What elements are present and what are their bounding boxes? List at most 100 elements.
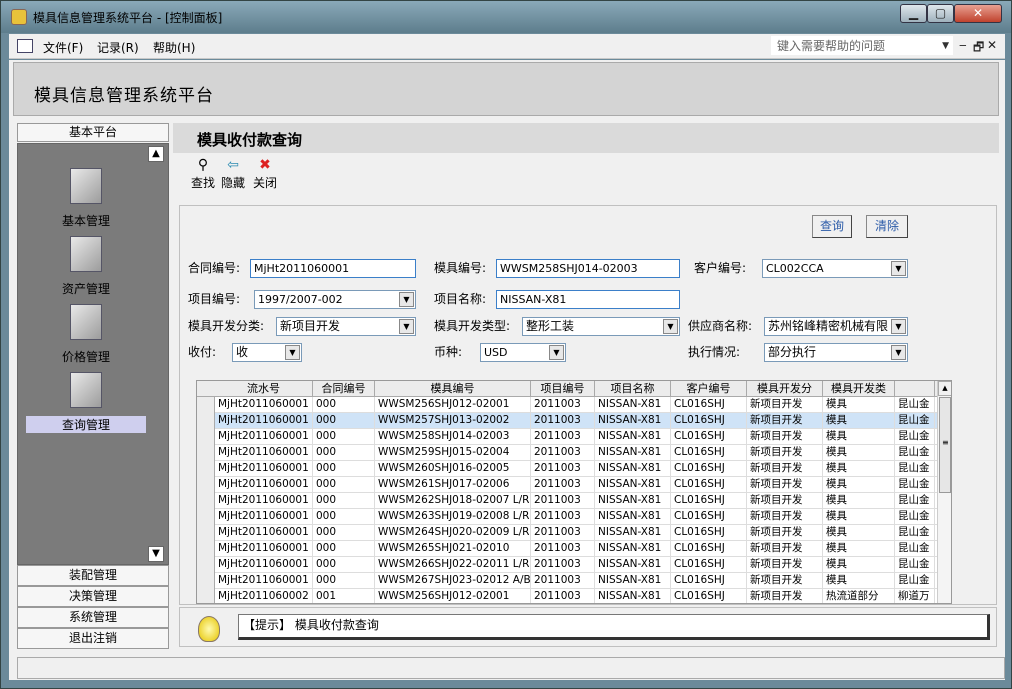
table-cell: 昆山金 (895, 493, 935, 509)
column-header[interactable]: 项目名称 (595, 381, 671, 397)
table-row[interactable]: MjHt2011060001 000 WWSM262SHJ018-02007 L/R… (215, 493, 937, 509)
table-cell: 2011003 (531, 541, 595, 557)
hide-button[interactable]: ⇦ 隐藏 (217, 157, 249, 191)
column-header[interactable]: 模具开发分 (747, 381, 823, 397)
table-cell: MjHt2011060001 (215, 413, 313, 429)
maximize-button[interactable]: ▢ (927, 4, 954, 23)
table-cell: WWSM259SHJ015-02004 (375, 445, 531, 461)
table-cell: 模具 (823, 541, 895, 557)
row-selector-column[interactable] (197, 397, 215, 603)
dev-cat-label: 模具开发分类: (188, 319, 265, 333)
table-cell: WWSM262SHJ018-02007 L/R (375, 493, 531, 509)
column-header[interactable] (895, 381, 935, 397)
table-row[interactable]: MjHt2011060001 000 WWSM264SHJ020-02009 L/R… (215, 525, 937, 541)
table-cell: NISSAN-X81 (595, 493, 671, 509)
menu-record[interactable]: 记录(R) (97, 39, 139, 56)
table-cell: CL016SHJ (671, 525, 747, 541)
supplier-select[interactable]: 苏州铭峰精密机械有限 ▼ (764, 317, 908, 336)
chevron-down-icon[interactable]: ▼ (285, 345, 300, 360)
chevron-down-icon[interactable]: ▼ (399, 319, 414, 334)
table-row[interactable]: MjHt2011060001 000 WWSM260SHJ016-02005 2011… (215, 461, 937, 477)
table-cell: WWSM260SHJ016-02005 (375, 461, 531, 477)
menu-file[interactable]: 文件(F) (43, 39, 83, 56)
sidebar-panel: ▲ 基本管理 资产管理 价格管理 查询管理 ▼ (17, 143, 169, 565)
table-cell: 昆山金 (895, 541, 935, 557)
table-cell: 2011003 (531, 525, 595, 541)
project-select[interactable]: 1997/2007-002 ▼ (254, 290, 416, 309)
table-row[interactable]: MjHt2011060001 000 WWSM265SHJ021-02010 2011… (215, 541, 937, 557)
table-row[interactable]: MjHt2011060001 000 WWSM259SHJ015-02004 2011… (215, 445, 937, 461)
currency-select[interactable]: USD ▼ (480, 343, 566, 362)
help-search-input[interactable]: 键入需要帮助的问题 ▼ (771, 36, 953, 55)
close-button[interactable]: ✖ 关闭 (249, 157, 281, 191)
table-cell: 模具 (823, 573, 895, 589)
project-name-field[interactable]: NISSAN-X81 (496, 290, 680, 309)
contract-field[interactable]: MjHt2011060001 (250, 259, 416, 278)
close-icon: ✖ (259, 157, 271, 173)
table-cell: NISSAN-X81 (595, 461, 671, 477)
supplier-value: 苏州铭峰精密机械有限 (768, 319, 889, 333)
grid-scrollbar[interactable]: ▲ ≡ (937, 381, 951, 603)
column-header[interactable]: 合同编号 (313, 381, 375, 397)
table-cell: 000 (313, 541, 375, 557)
table-cell: 模具 (823, 493, 895, 509)
clear-button[interactable]: 清除 (866, 215, 908, 238)
mold-no-field[interactable]: WWSM258SHJ014-02003 (496, 259, 680, 278)
sidebar-btn-logout[interactable]: 退出注销 (17, 628, 169, 649)
mdi-close-button[interactable]: ✕ (987, 38, 997, 52)
table-row[interactable]: MjHt2011060002 001 WWSM256SHJ012-02001 2011… (215, 589, 937, 603)
column-header[interactable]: 模具开发类 (823, 381, 895, 397)
chevron-down-icon[interactable]: ▼ (663, 319, 678, 334)
find-button[interactable]: ⚲ 查找 (187, 157, 219, 191)
customer-select[interactable]: CL002CCA ▼ (762, 259, 908, 278)
chevron-down-icon[interactable]: ▼ (399, 292, 414, 307)
column-header[interactable]: 客户编号 (671, 381, 747, 397)
table-row[interactable]: MjHt2011060001 000 WWSM263SHJ019-02008 L/R… (215, 509, 937, 525)
exec-select[interactable]: 部分执行 ▼ (764, 343, 908, 362)
dev-type-select[interactable]: 整形工装 ▼ (522, 317, 680, 336)
table-cell: NISSAN-X81 (595, 557, 671, 573)
column-header[interactable]: 模具编号 (375, 381, 531, 397)
mdi-restore-button[interactable]: 🗗 (973, 38, 984, 59)
column-header[interactable]: 项目编号 (531, 381, 595, 397)
sidebar-btn-system[interactable]: 系统管理 (17, 607, 169, 628)
dev-cat-select[interactable]: 新项目开发 ▼ (276, 317, 416, 336)
table-row[interactable]: MjHt2011060001 000 WWSM257SHJ013-02002 2011… (215, 413, 937, 429)
pay-select[interactable]: 收 ▼ (232, 343, 302, 362)
scroll-thumb[interactable]: ≡ (939, 397, 951, 493)
help-placeholder: 键入需要帮助的问题 (777, 39, 886, 53)
close-window-button[interactable]: ✕ (954, 4, 1002, 23)
document-icon[interactable] (17, 39, 33, 53)
query-button[interactable]: 查询 (812, 215, 852, 238)
chevron-down-icon[interactable]: ▼ (891, 345, 906, 360)
dev-type-value: 整形工装 (526, 319, 575, 333)
table-row[interactable]: MjHt2011060001 000 WWSM261SHJ017-02006 2011… (215, 477, 937, 493)
table-cell: NISSAN-X81 (595, 397, 671, 413)
table-cell: 000 (313, 413, 375, 429)
table-cell: WWSM264SHJ020-02009 L/R (375, 525, 531, 541)
sidebar-btn-assembly[interactable]: 装配管理 (17, 565, 169, 586)
mdi-minimize-button[interactable]: ‒ (959, 38, 967, 52)
table-cell: NISSAN-X81 (595, 445, 671, 461)
menu-help[interactable]: 帮助(H) (153, 39, 195, 56)
table-cell: CL016SHJ (671, 573, 747, 589)
table-row[interactable]: MjHt2011060001 000 WWSM266SHJ022-02011 L/R… (215, 557, 937, 573)
scroll-up-icon[interactable]: ▲ (148, 146, 164, 162)
table-cell: 000 (313, 477, 375, 493)
table-cell: 000 (313, 525, 375, 541)
chevron-down-icon[interactable]: ▼ (549, 345, 564, 360)
scroll-up-icon[interactable]: ▲ (938, 381, 951, 396)
sidebar-btn-decision[interactable]: 决策管理 (17, 586, 169, 607)
chevron-down-icon[interactable]: ▼ (942, 37, 949, 55)
chevron-down-icon[interactable]: ▼ (891, 261, 906, 276)
results-grid[interactable]: 流水号 合同编号 模具编号 项目编号 项目名称 客户编号 模具开发分 模具开发类 MjHt20… (196, 380, 952, 604)
table-row[interactable]: MjHt2011060001 000 WWSM256SHJ012-02001 2011… (215, 397, 937, 413)
sidebar-header[interactable]: 基本平台 (17, 123, 169, 142)
minimize-button[interactable]: ▁ (900, 4, 927, 23)
table-row[interactable]: MjHt2011060001 000 WWSM258SHJ014-02003 2011… (215, 429, 937, 445)
table-cell: MjHt2011060001 (215, 573, 313, 589)
chevron-down-icon[interactable]: ▼ (891, 319, 906, 334)
table-row[interactable]: MjHt2011060001 000 WWSM267SHJ023-02012 A/B… (215, 573, 937, 589)
column-header[interactable]: 流水号 (215, 381, 313, 397)
scroll-down-icon[interactable]: ▼ (148, 546, 164, 562)
